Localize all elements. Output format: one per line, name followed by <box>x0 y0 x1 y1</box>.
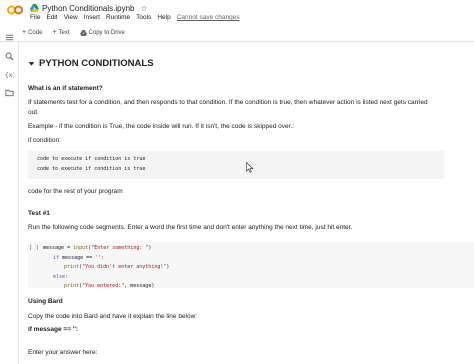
collapse-caret-icon[interactable] <box>28 60 35 67</box>
using-bard-heading: Using Bard <box>28 298 63 305</box>
drive-icon <box>79 29 87 36</box>
drive-icon <box>30 4 39 12</box>
code-line: print("You didn't enter anything!") <box>64 264 170 270</box>
menu-help[interactable]: Help <box>157 14 170 21</box>
search-icon[interactable] <box>5 52 14 61</box>
menu-edit[interactable]: Edit <box>46 14 57 21</box>
add-code-label: Code <box>28 29 43 36</box>
menu-runtime[interactable]: Runtime <box>106 14 130 21</box>
add-text-button[interactable]: + Text <box>52 29 69 36</box>
code-block: code to execute if condition is true cod… <box>28 151 444 179</box>
toolbar: + Code + Text Copy to Drive <box>22 27 125 38</box>
code-cell-editor[interactable]: message = input("Enter something: ") if … <box>43 244 169 292</box>
star-icon[interactable]: ☆ <box>141 4 148 13</box>
plus-icon: + <box>52 29 57 36</box>
rail-divider <box>18 42 19 364</box>
bard-instructions: Copy the code into Bard and have it expl… <box>28 313 198 320</box>
question-heading: What is an if statement? <box>28 85 103 92</box>
copy-to-drive-label: Copy to Drive <box>88 29 125 36</box>
menu-tools[interactable]: Tools <box>136 14 151 21</box>
toolbar-divider <box>0 41 474 42</box>
if-condition-text: if condition: <box>28 137 61 144</box>
rest-of-program-text: code for the rest of your program <box>28 188 123 195</box>
example-paragraph: Example - if the condition is True, the … <box>28 123 295 130</box>
code-cell[interactable]: [ ] message = input("Enter something: ")… <box>28 242 474 289</box>
menu-view[interactable]: View <box>64 14 78 21</box>
paragraph-line: out. <box>28 109 39 116</box>
colab-logo-icon[interactable] <box>7 5 23 15</box>
add-code-button[interactable]: + Code <box>22 29 42 36</box>
notebook-header: Python Conditionals.ipynb ☆ File Edit Vi… <box>0 0 474 26</box>
code-line: code to execute if condition is true <box>37 156 146 162</box>
copy-to-drive-button[interactable]: Copy to Drive <box>79 29 125 36</box>
menu-insert[interactable]: Insert <box>84 14 100 21</box>
plus-icon: + <box>22 29 27 36</box>
mouse-cursor-icon <box>246 162 254 173</box>
run-cell-button[interactable]: [ ] <box>29 245 39 251</box>
cannot-save-link[interactable]: Cannot save changes <box>177 14 240 21</box>
code-line: print("You entered:", message) <box>64 283 155 289</box>
code-line: else: <box>53 273 69 280</box>
svg-text:{x}: {x} <box>5 72 14 79</box>
section-heading[interactable]: PYTHON CONDITIONALS <box>28 58 154 69</box>
instructions-paragraph: Run the following code segments. Enter a… <box>28 224 353 231</box>
menu-file[interactable]: File <box>30 14 40 21</box>
paragraph-line: If statements test for a condition, and … <box>28 99 428 106</box>
code-line: code to execute if condition is true <box>37 166 146 172</box>
code-variables-icon[interactable]: {x} <box>5 70 14 79</box>
if-message-line: if message == '': <box>28 326 79 333</box>
answer-prompt: Enter your answer here: <box>28 349 98 356</box>
add-text-label: Text <box>58 29 70 36</box>
test-heading: Test #1 <box>28 210 50 217</box>
code-line: if message == '': <box>53 254 105 261</box>
left-rail: {x} <box>0 34 18 364</box>
section-title: PYTHON CONDITIONALS <box>39 58 154 69</box>
notebook-title[interactable]: Python Conditionals.ipynb <box>42 4 135 13</box>
title-row: Python Conditionals.ipynb ☆ <box>30 2 148 14</box>
folder-icon[interactable] <box>5 88 14 97</box>
code-line: message = input("Enter something: ") <box>43 245 152 251</box>
menu-bar: File Edit View Insert Runtime Tools Help… <box>30 14 240 21</box>
menu-icon[interactable] <box>5 33 14 42</box>
